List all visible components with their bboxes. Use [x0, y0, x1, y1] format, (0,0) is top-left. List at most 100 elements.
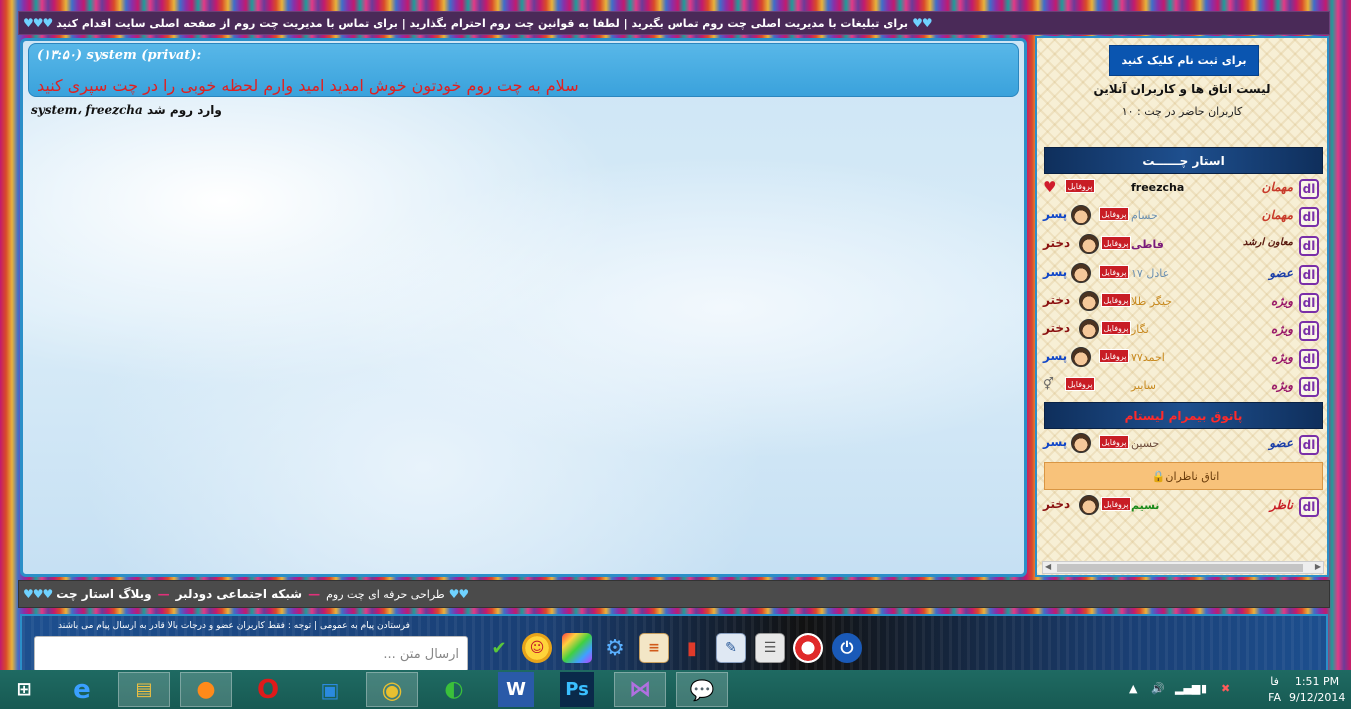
user-name[interactable]: freezcha	[1131, 181, 1184, 194]
battery-icon[interactable]: ▮	[1201, 682, 1207, 695]
separator: —	[308, 587, 321, 601]
user-name[interactable]: احمد۷۷	[1131, 351, 1165, 364]
user-name[interactable]: جیگر طلا	[1131, 295, 1172, 308]
download-manager-icon[interactable]: ◐	[428, 672, 480, 707]
join-message: system، freezcha وارد روم شد	[31, 103, 1016, 117]
system-message: (۱۳:۵۰) system (privat): سلام به چت روم …	[28, 43, 1019, 97]
gear-icon[interactable]: ⚙	[600, 633, 630, 663]
rank-icon: dl	[1299, 497, 1319, 517]
gender-label: پسر	[1043, 349, 1068, 363]
send-notice: فرستادن پیام به عمومی | توجه : فقط کاربر…	[58, 621, 410, 631]
announcement-text: برای تبلیغات با مدیریت اصلی چت روم تماس …	[56, 16, 909, 30]
avatar	[1079, 319, 1099, 339]
profile-button[interactable]: پروفایل	[1101, 293, 1131, 307]
message-input-bar: فرستادن پیام به عمومی | توجه : فقط کاربر…	[20, 614, 1328, 672]
avatar	[1071, 433, 1091, 453]
chat-app-icon[interactable]: 💬	[676, 672, 728, 707]
sidebar-scrollbar[interactable]: ◀ ▶	[1042, 561, 1324, 574]
opera-icon[interactable]: O	[242, 672, 294, 707]
hearts-icon: ♥♥♥	[23, 587, 53, 601]
avatar	[1079, 234, 1099, 254]
profile-button[interactable]: پروفایل	[1065, 179, 1095, 193]
profile-button[interactable]: پروفایل	[1101, 236, 1131, 250]
lifebuoy-icon[interactable]	[793, 633, 823, 663]
clock[interactable]: 1:51 PM 9/12/2014	[1289, 674, 1345, 706]
gender-label: دختر	[1043, 321, 1071, 335]
user-row[interactable]: dl مهمان freezcha پروفایل ♥	[1041, 176, 1325, 202]
network-error-icon[interactable]: ✖	[1221, 682, 1230, 695]
scroll-right-icon[interactable]: ▶	[1315, 562, 1321, 571]
link-blog[interactable]: وبلاگ استار چت	[56, 587, 151, 601]
language-code: FA	[1268, 691, 1281, 704]
room-header-second[interactable]: پاتوق بیمرام لیستام	[1044, 402, 1323, 429]
color-picker-icon[interactable]	[562, 633, 592, 663]
rank-icon: dl	[1299, 207, 1319, 227]
chrome-icon[interactable]: ◉	[366, 672, 418, 707]
link-social[interactable]: شبکه اجتماعی دودلبر	[176, 587, 303, 601]
document-icon[interactable]: ≡	[639, 633, 669, 663]
message-input[interactable]: ارسال متن ...	[34, 636, 468, 672]
signal-icon[interactable]: ▂▄▆	[1175, 682, 1200, 695]
user-name[interactable]: سایبر	[1131, 379, 1156, 392]
room-header-star-chat[interactable]: استار چــــــت	[1044, 147, 1323, 174]
rank-icon: dl	[1299, 179, 1319, 199]
user-row[interactable]: dl مهمان حسام پروفایل پسر	[1041, 204, 1325, 230]
profile-button[interactable]: پروفایل	[1065, 377, 1095, 391]
user-name[interactable]: عادل ۱۷	[1131, 267, 1169, 280]
profile-button[interactable]: پروفایل	[1101, 321, 1131, 335]
link-design[interactable]: طراحی حرفه ای چت روم	[326, 588, 445, 601]
smiley-icon[interactable]: ☺	[522, 633, 552, 663]
profile-button[interactable]: پروفایل	[1099, 207, 1129, 221]
user-card-icon[interactable]: ✎	[716, 633, 746, 663]
profile-button[interactable]: پروفایل	[1099, 435, 1129, 449]
photoshop-icon[interactable]: Ps	[560, 672, 594, 707]
language-indicator[interactable]: فا FA	[1268, 674, 1281, 706]
checkmark-icon[interactable]: ✔	[484, 633, 514, 663]
notepad-icon[interactable]: ☰	[755, 633, 785, 663]
gender-label: دختر	[1043, 293, 1071, 307]
join-message-user[interactable]: system، freezcha	[31, 103, 143, 117]
user-row[interactable]: dl عضو عادل ۱۷ پروفایل پسر	[1041, 262, 1325, 288]
internet-explorer-icon[interactable]: e	[56, 672, 108, 707]
user-row[interactable]: dl ویژه سایبر پروفایل ⚥	[1041, 374, 1325, 400]
scroll-left-icon[interactable]: ◀	[1045, 562, 1051, 571]
hearts-icon: ♥♥♥	[23, 16, 53, 30]
user-row[interactable]: dl ویژه جیگر طلا پروفایل دختر	[1041, 290, 1325, 316]
user-row[interactable]: dl معاون ارشد فاطی پروفایل دختر	[1041, 233, 1325, 259]
gender-label: پسر	[1043, 265, 1068, 279]
user-row[interactable]: dl ویژه نگار پروفایل دختر	[1041, 318, 1325, 344]
user-name[interactable]: نسیم	[1131, 499, 1159, 512]
user-rank: عضو	[1269, 266, 1293, 280]
profile-button[interactable]: پروفایل	[1101, 497, 1131, 511]
locked-room-header[interactable]: 🔒 اتاق ناظران	[1044, 462, 1323, 490]
maxthon-icon[interactable]: ▣	[304, 672, 356, 707]
user-row[interactable]: dl ویژه احمد۷۷ پروفایل پسر	[1041, 346, 1325, 372]
chevron-up-icon[interactable]: ▲	[1129, 682, 1137, 695]
hearts-icon: ♥♥	[448, 587, 469, 601]
user-name[interactable]: فاطی	[1131, 238, 1164, 251]
user-name[interactable]: نگار	[1131, 323, 1149, 336]
rank-icon: dl	[1299, 349, 1319, 369]
heart-icon: ♥	[1043, 178, 1057, 196]
power-icon[interactable]: ⏻	[832, 633, 862, 663]
user-row[interactable]: dl ناظر نسیم پروفایل دختر	[1041, 494, 1325, 520]
rank-icon: dl	[1299, 293, 1319, 313]
scrollbar-thumb[interactable]	[1057, 564, 1303, 572]
word-icon[interactable]: W	[498, 672, 534, 707]
user-rank: ویژه	[1270, 350, 1293, 364]
links-bar: ♥♥ طراحی حرفه ای چت روم — شبکه اجتماعی د…	[18, 580, 1330, 608]
volume-icon[interactable]: 🔊	[1151, 682, 1165, 695]
join-message-text: وارد روم شد	[146, 103, 222, 117]
user-name[interactable]: حسین	[1131, 437, 1159, 450]
user-name[interactable]: حسام	[1131, 209, 1158, 222]
user-row[interactable]: dl عضو حسین پروفایل پسر	[1041, 432, 1325, 458]
start-icon[interactable]: ⊞	[0, 672, 48, 707]
profile-button[interactable]: پروفایل	[1099, 349, 1129, 363]
visual-studio-icon[interactable]: ⋈	[614, 672, 666, 707]
profile-button[interactable]: پروفایل	[1099, 265, 1129, 279]
firefox-icon[interactable]: ●	[180, 672, 232, 707]
register-button[interactable]: برای ثبت نام کلیک کنید	[1109, 45, 1259, 76]
bar-chart-icon[interactable]: ▮	[677, 633, 707, 663]
user-rank: ویژه	[1270, 294, 1293, 308]
file-explorer-icon[interactable]: ▤	[118, 672, 170, 707]
